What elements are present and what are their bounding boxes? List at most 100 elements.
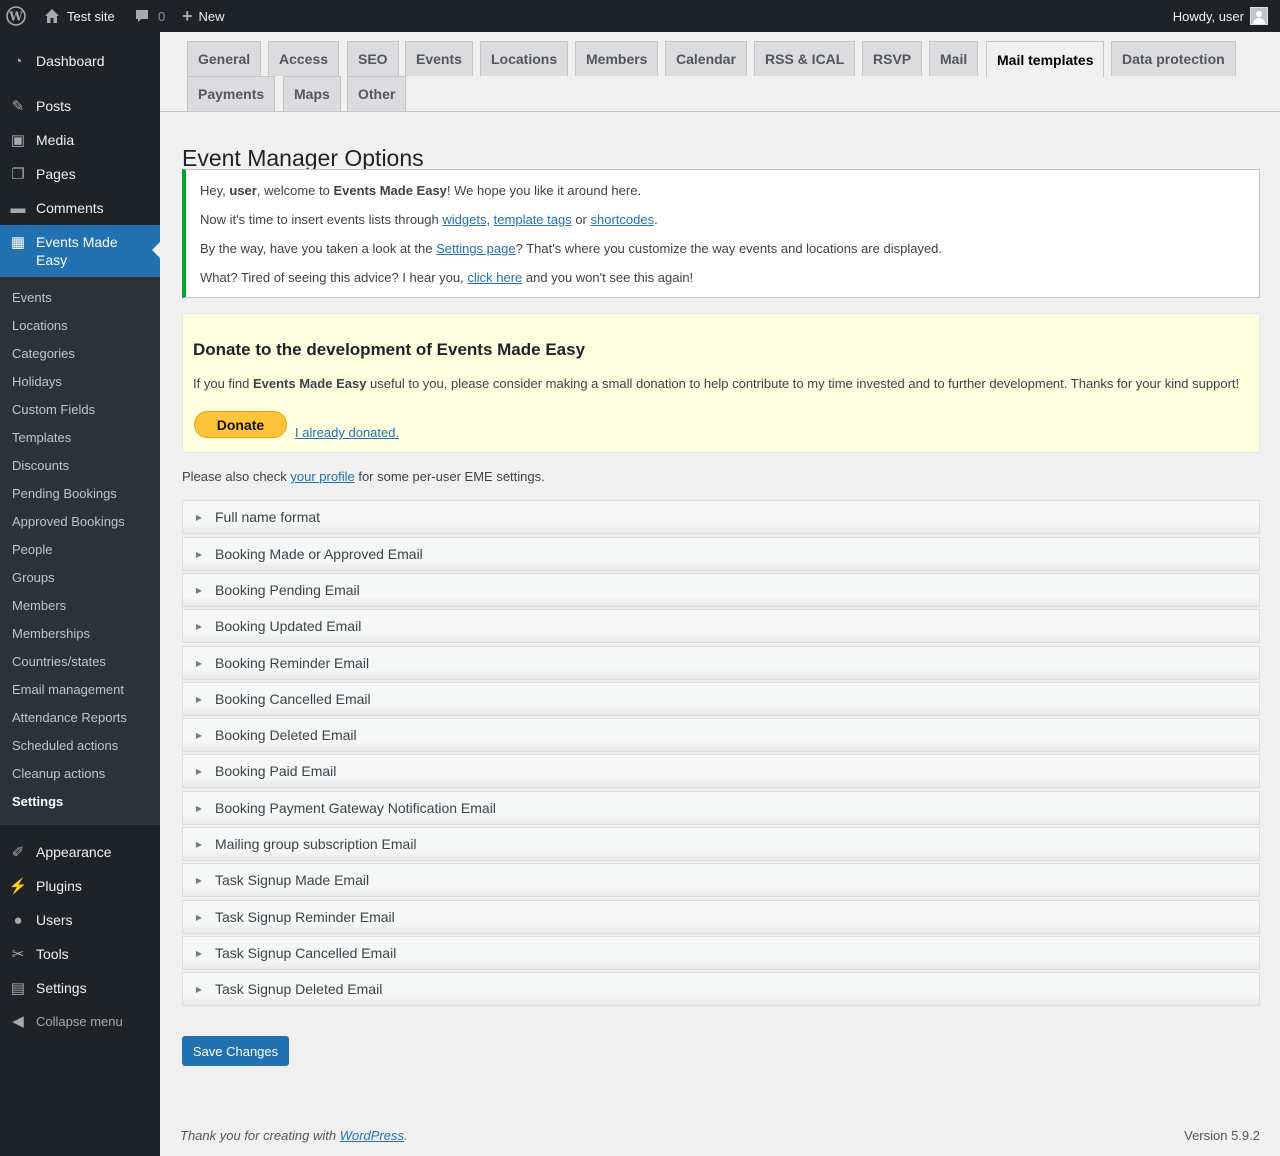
tab-access[interactable]: Access — [268, 41, 340, 76]
wrench-icon: ✂ — [11, 946, 25, 963]
menu-settings[interactable]: ▤ Settings — [0, 973, 160, 1003]
submenu-item[interactable]: Scheduled actions — [12, 738, 118, 753]
donate-button[interactable]: Donate — [194, 411, 287, 438]
caret-right-icon: ▶ — [195, 694, 203, 704]
settings-page-link[interactable]: Settings page — [436, 241, 516, 256]
caret-right-icon: ▶ — [195, 585, 203, 595]
menu-tools[interactable]: ✂ Tools — [0, 939, 160, 969]
tab-calendar[interactable]: Calendar — [665, 41, 747, 76]
tab-data-protection[interactable]: Data protection — [1111, 41, 1236, 76]
section-booking-paid-email[interactable]: ▶ Booking Paid Email — [182, 754, 1260, 788]
menu-tools-label: Tools — [36, 946, 69, 962]
wordpress-link[interactable]: WordPress — [340, 1128, 404, 1143]
dismiss-notice-link[interactable]: click here — [467, 270, 522, 285]
section-label: Task Signup Deleted Email — [215, 981, 383, 997]
widgets-link[interactable]: widgets — [442, 212, 486, 227]
tab-members[interactable]: Members — [575, 41, 659, 76]
your-profile-link[interactable]: your profile — [290, 469, 354, 484]
submenu-item[interactable]: Countries/states — [12, 654, 106, 669]
menu-media[interactable]: ▣ Media — [0, 125, 160, 155]
menu-dashboard[interactable]: ◔ Dashboard — [0, 46, 160, 76]
submenu-item[interactable]: Attendance Reports — [12, 710, 127, 725]
menu-posts[interactable]: ✎ Posts — [0, 91, 160, 121]
section-label: Booking Updated Email — [215, 618, 362, 634]
tab-general[interactable]: General — [187, 41, 262, 76]
submenu-item[interactable]: Holidays — [12, 374, 62, 389]
account-menu[interactable]: Howdy, user — [1173, 0, 1268, 32]
shortcodes-link[interactable]: shortcodes — [591, 212, 655, 227]
collapse-icon: ◀ — [12, 1013, 24, 1030]
submenu-item[interactable]: Events — [12, 290, 52, 305]
pages-icon: ❐ — [11, 166, 25, 183]
svg-text:W: W — [8, 10, 23, 24]
template-tags-link[interactable]: template tags — [494, 212, 572, 227]
tab-mail[interactable]: Mail — [929, 41, 979, 76]
new-content-link[interactable]: + New — [182, 0, 225, 32]
submenu-item[interactable]: Groups — [12, 570, 55, 585]
submenu-item[interactable]: Memberships — [12, 626, 90, 641]
submenu-item[interactable]: Templates — [12, 430, 71, 445]
already-donated-link[interactable]: I already donated. — [295, 425, 399, 440]
submenu-item[interactable]: Approved Bookings — [12, 514, 125, 529]
caret-right-icon: ▶ — [195, 512, 203, 522]
section-task-signup-made-email[interactable]: ▶ Task Signup Made Email — [182, 863, 1260, 897]
tab-mail-templates[interactable]: Mail templates — [986, 41, 1105, 77]
menu-events-made-easy[interactable]: ▦ Events Made Easy — [0, 225, 160, 277]
submenu-item[interactable]: Members — [12, 598, 66, 613]
menu-dashboard-label: Dashboard — [36, 53, 105, 69]
caret-right-icon: ▶ — [195, 549, 203, 559]
section-booking-deleted-email[interactable]: ▶ Booking Deleted Email — [182, 718, 1260, 752]
section-label: Booking Cancelled Email — [215, 691, 371, 707]
submenu-item[interactable]: Discounts — [12, 458, 69, 473]
section-booking-updated-email[interactable]: ▶ Booking Updated Email — [182, 609, 1260, 643]
home-icon — [45, 9, 59, 23]
tab-events[interactable]: Events — [405, 41, 473, 76]
section-full-name-format[interactable]: ▶ Full name format — [182, 500, 1260, 534]
menu-pages[interactable]: ❐ Pages — [0, 159, 160, 189]
submenu-item[interactable]: Categories — [12, 346, 75, 361]
menu-pages-label: Pages — [36, 166, 76, 182]
submenu-item[interactable]: Pending Bookings — [12, 486, 117, 501]
section-label: Task Signup Cancelled Email — [215, 945, 397, 961]
submenu-item[interactable]: Email management — [12, 682, 124, 697]
section-booking-cancelled-email[interactable]: ▶ Booking Cancelled Email — [182, 682, 1260, 716]
submenu-item-settings[interactable]: Settings — [12, 794, 63, 809]
section-task-signup-cancelled-email[interactable]: ▶ Task Signup Cancelled Email — [182, 936, 1260, 970]
menu-plugins[interactable]: ⚡ Plugins — [0, 871, 160, 901]
section-task-signup-deleted-email[interactable]: ▶ Task Signup Deleted Email — [182, 972, 1260, 1006]
submenu-item[interactable]: Cleanup actions — [12, 766, 105, 781]
menu-appearance[interactable]: ✐ Appearance — [0, 837, 160, 867]
tab-payments[interactable]: Payments — [187, 76, 276, 111]
comments-link[interactable]: 0 — [134, 0, 165, 32]
menu-comments[interactable]: ▬ Comments — [0, 193, 160, 223]
donate-text: If you find Events Made Easy useful to y… — [193, 376, 1240, 391]
collapse-menu-button[interactable]: ◀ Collapse menu — [0, 1007, 160, 1035]
save-changes-button[interactable]: Save Changes — [182, 1036, 289, 1066]
menu-comments-label: Comments — [36, 200, 104, 216]
wordpress-logo-icon[interactable]: W — [6, 0, 30, 32]
section-booking-reminder-email[interactable]: ▶ Booking Reminder Email — [182, 646, 1260, 680]
footer-thanks: Thank you for creating with WordPress. — [180, 1128, 408, 1143]
tab-maps[interactable]: Maps — [283, 76, 341, 111]
tab-other[interactable]: Other — [347, 76, 407, 111]
section-booking-made-approved-email[interactable]: ▶ Booking Made or Approved Email — [182, 537, 1260, 571]
submenu-item[interactable]: Locations — [12, 318, 68, 333]
tab-locations[interactable]: Locations — [480, 41, 569, 76]
tab-rss-ical[interactable]: RSS & ICAL — [754, 41, 856, 76]
notice-line-4: What? Tired of seeing this advice? I hea… — [200, 270, 694, 285]
caret-right-icon: ▶ — [195, 730, 203, 740]
submenu-item[interactable]: People — [12, 542, 52, 557]
profile-note: Please also check your profile for some … — [182, 469, 545, 484]
menu-users[interactable]: ● Users — [0, 905, 160, 935]
section-task-signup-reminder-email[interactable]: ▶ Task Signup Reminder Email — [182, 900, 1260, 934]
section-payment-gateway-email[interactable]: ▶ Booking Payment Gateway Notification Em… — [182, 791, 1260, 825]
comment-icon — [136, 10, 148, 22]
section-label: Booking Deleted Email — [215, 727, 357, 743]
site-name-link[interactable]: Test site — [44, 0, 115, 32]
section-mailing-group-email[interactable]: ▶ Mailing group subscription Email — [182, 827, 1260, 861]
tab-rsvp[interactable]: RSVP — [862, 41, 923, 76]
tab-seo[interactable]: SEO — [347, 41, 399, 76]
section-booking-pending-email[interactable]: ▶ Booking Pending Email — [182, 573, 1260, 607]
submenu-item[interactable]: Custom Fields — [12, 402, 95, 417]
events-submenu: Events Locations Categories Holidays Cus… — [0, 277, 160, 825]
